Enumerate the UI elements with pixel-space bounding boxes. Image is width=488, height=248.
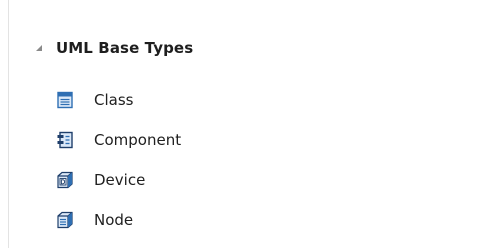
collapse-triangle-icon[interactable]	[34, 43, 44, 53]
tool-list: Class Component Device Node	[56, 90, 181, 248]
tool-label-component: Component	[94, 131, 182, 149]
group-header-uml-base-types[interactable]: UML Base Types	[34, 36, 193, 60]
group-title: UML Base Types	[56, 39, 194, 57]
class-icon	[57, 91, 73, 109]
tool-label-node: Node	[94, 211, 134, 229]
tool-label-device: Device	[94, 171, 146, 189]
component-icon	[57, 131, 73, 149]
tool-label-class: Class	[94, 91, 134, 109]
tool-item-component[interactable]: Component	[56, 130, 181, 150]
panel-divider	[8, 0, 9, 248]
device-icon	[57, 171, 73, 189]
tool-item-node[interactable]: Node	[56, 210, 181, 230]
tool-item-class[interactable]: Class	[56, 90, 181, 110]
node-icon	[57, 211, 73, 229]
toolbox-panel: UML Base Types Class Component Device No…	[0, 0, 488, 248]
tool-item-device[interactable]: Device	[56, 170, 181, 190]
